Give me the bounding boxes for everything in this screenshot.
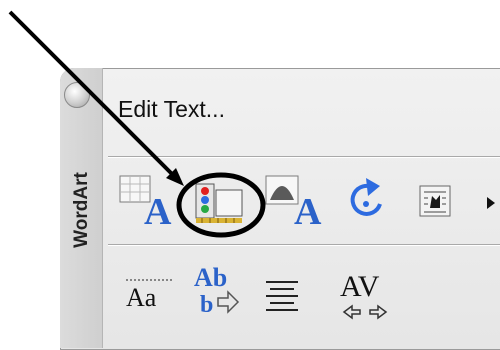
divider: [108, 244, 500, 246]
aa-glyph: Aa: [126, 283, 157, 312]
more-arrow-icon[interactable]: [484, 194, 498, 212]
wordart-letter: A: [144, 191, 172, 230]
b-glyph: b: [200, 292, 213, 318]
wordart-shape-icon[interactable]: A: [264, 172, 324, 230]
ab-glyph: Ab: [194, 263, 227, 292]
same-letter-heights-icon[interactable]: Aa: [122, 276, 178, 316]
vertical-text-icon[interactable]: Ab b: [192, 262, 244, 322]
character-spacing-icon[interactable]: AV: [338, 266, 392, 324]
text-wrapping-icon[interactable]: [418, 184, 458, 222]
av-glyph: AV: [340, 270, 380, 303]
wordart-gallery-icon[interactable]: A: [118, 172, 174, 230]
divider: [108, 156, 500, 158]
toolbar-title: WordArt: [71, 172, 92, 248]
wordart-letter: A: [294, 191, 322, 230]
close-button[interactable]: [64, 82, 90, 108]
alignment-icon[interactable]: [262, 278, 304, 314]
edit-text-button[interactable]: Edit Text...: [118, 96, 225, 123]
free-rotate-icon[interactable]: [344, 174, 388, 226]
wordart-format-icon[interactable]: [190, 178, 254, 228]
